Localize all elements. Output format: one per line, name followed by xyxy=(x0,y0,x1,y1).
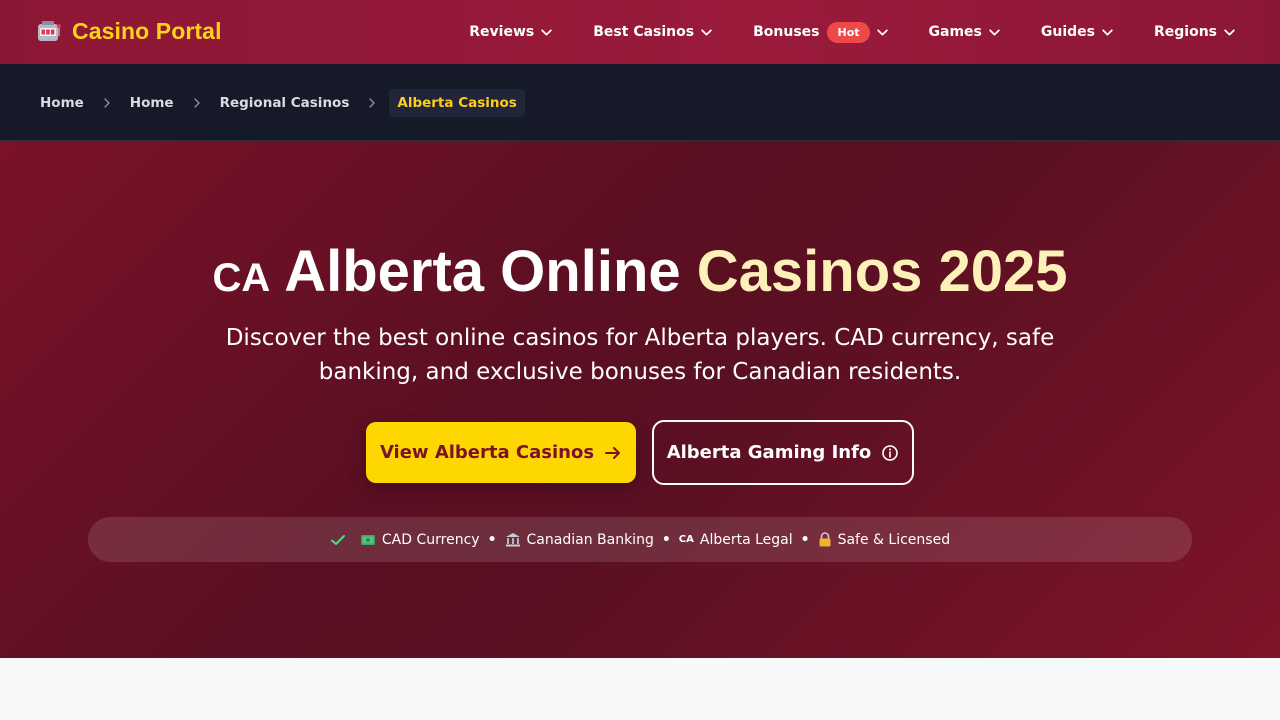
nav-item-regions[interactable]: Regions xyxy=(1154,24,1236,40)
feature-safe-licensed: Safe & Licensed xyxy=(818,531,951,548)
button-label: Alberta Gaming Info xyxy=(666,442,872,463)
chevron-down-icon xyxy=(701,28,712,36)
breadcrumb-current: Alberta Casinos xyxy=(389,88,525,117)
feature-label: Canadian Banking xyxy=(526,531,654,548)
canada-flag-icon: CA xyxy=(212,256,271,300)
arrow-right-icon xyxy=(605,446,621,459)
chevron-down-icon xyxy=(1102,28,1113,36)
feature-label: Safe & Licensed xyxy=(837,531,951,548)
chevron-down-icon xyxy=(876,28,888,36)
slot-machine-icon xyxy=(38,20,61,41)
separator: • xyxy=(661,531,671,548)
title-part-white: Alberta Online xyxy=(284,239,681,304)
chevron-right-icon xyxy=(369,97,376,108)
nav-label: Guides xyxy=(1040,24,1095,40)
info-icon xyxy=(882,444,899,461)
chevron-down-icon xyxy=(989,28,1000,36)
bank-icon xyxy=(505,533,520,547)
hero-section: CA Alberta Online Casinos 2025 Discover t… xyxy=(0,141,1280,658)
feature-cad-currency: CAD Currency xyxy=(360,532,480,548)
hot-badge: Hot xyxy=(827,21,870,43)
chevron-down-icon xyxy=(1224,28,1235,36)
brand-logo[interactable]: Casino Portal xyxy=(36,18,222,45)
feature-alberta-legal: CA Alberta Legal xyxy=(679,532,793,548)
nav-item-bonuses[interactable]: Bonuses Hot xyxy=(753,21,888,43)
content-area xyxy=(0,658,1280,720)
lock-icon xyxy=(819,532,831,547)
main-menu: Reviews Best Casinos Bonuses Hot Games G… xyxy=(469,0,1236,64)
check-icon xyxy=(330,534,345,545)
nav-item-best-casinos[interactable]: Best Casinos xyxy=(593,24,713,40)
page-title: CA Alberta Online Casinos 2025 xyxy=(0,239,1280,311)
nav-label: Games xyxy=(928,24,982,40)
nav-label: Reviews xyxy=(469,24,535,40)
feature-label: Alberta Legal xyxy=(699,531,793,548)
breadcrumb: Home Home Regional Casinos Alberta Casin… xyxy=(40,88,525,117)
nav-item-games[interactable]: Games xyxy=(929,24,1001,40)
feature-strip: CAD Currency • Canadian Banking • CA Alb… xyxy=(88,517,1192,562)
chevron-right-icon xyxy=(193,97,200,108)
canada-flag-icon: CA xyxy=(678,534,694,545)
button-label: View Alberta Casinos xyxy=(379,442,595,463)
breadcrumb-home-2[interactable]: Home xyxy=(130,95,174,111)
nav-label: Bonuses xyxy=(753,24,820,40)
hero-subtitle: Discover the best online casinos for Alb… xyxy=(225,325,1055,385)
breadcrumb-regional-casinos[interactable]: Regional Casinos xyxy=(220,95,350,111)
feature-canadian-banking: Canadian Banking xyxy=(505,532,654,548)
nav-label: Best Casinos xyxy=(593,24,695,40)
brand-name: Casino Portal xyxy=(72,18,222,44)
title-part-gold: Casinos 2025 xyxy=(696,239,1068,304)
money-icon xyxy=(360,534,375,545)
chevron-right-icon xyxy=(104,97,110,108)
top-navigation: Casino Portal Reviews Best Casinos Bonus… xyxy=(0,0,1280,64)
nav-item-reviews[interactable]: Reviews xyxy=(469,24,553,40)
feature-label: CAD Currency xyxy=(381,531,480,548)
chevron-down-icon xyxy=(541,28,552,36)
alberta-gaming-info-button[interactable]: Alberta Gaming Info xyxy=(652,420,914,485)
separator: • xyxy=(487,531,497,548)
nav-item-guides[interactable]: Guides xyxy=(1041,24,1114,40)
separator: • xyxy=(800,531,810,548)
breadcrumb-bar: Home Home Regional Casinos Alberta Casin… xyxy=(0,64,1280,141)
breadcrumb-home[interactable]: Home xyxy=(40,95,84,111)
nav-label: Regions xyxy=(1153,24,1217,40)
view-alberta-casinos-button[interactable]: View Alberta Casinos xyxy=(366,422,636,483)
